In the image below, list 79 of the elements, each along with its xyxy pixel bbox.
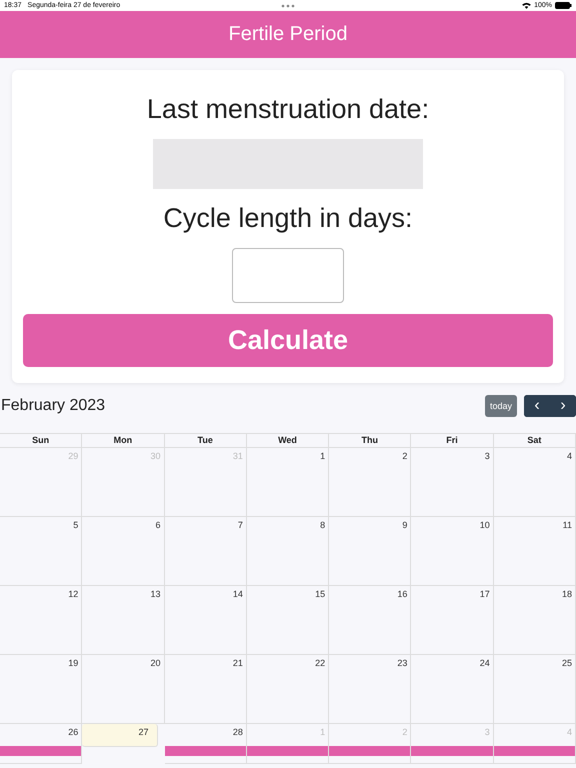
day-number: 16 bbox=[396, 588, 408, 599]
day-number: 22 bbox=[314, 657, 326, 668]
day-cell[interactable]: 28 bbox=[164, 724, 247, 764]
day-number: 11 bbox=[562, 519, 573, 530]
day-cell[interactable]: 8 bbox=[246, 517, 330, 586]
day-number: 18 bbox=[560, 588, 573, 599]
day-cell[interactable]: 17 bbox=[411, 586, 494, 655]
day-number: 1 bbox=[319, 726, 326, 737]
day-number: 2 bbox=[401, 450, 408, 461]
weekday-header: Mon bbox=[82, 434, 165, 448]
day-number: 6 bbox=[154, 519, 162, 530]
day-number: 7 bbox=[236, 519, 244, 530]
day-number: 25 bbox=[560, 657, 573, 668]
day-number: 24 bbox=[478, 657, 491, 668]
wifi-icon bbox=[522, 2, 532, 9]
day-number: 10 bbox=[478, 519, 491, 530]
day-cell[interactable]: 19 bbox=[0, 655, 82, 724]
day-number: 9 bbox=[401, 519, 408, 530]
weekday-header: Sat bbox=[494, 434, 576, 448]
day-cell[interactable]: 16 bbox=[329, 586, 412, 655]
weekday-header: Sun bbox=[0, 434, 82, 448]
weekday-header: Thu bbox=[329, 434, 412, 448]
field-label: Cycle length in days: bbox=[163, 203, 413, 234]
day-cell[interactable]: 10 bbox=[411, 517, 494, 586]
field-label: Last menstruation date: bbox=[146, 94, 430, 125]
day-cell[interactable]: 6 bbox=[82, 517, 165, 586]
weekday-header: Fri bbox=[411, 434, 494, 448]
day-number: 3 bbox=[484, 450, 491, 461]
day-number: 30 bbox=[150, 450, 162, 461]
day-cell[interactable]: 5 bbox=[0, 517, 82, 586]
day-number: 26 bbox=[67, 726, 80, 737]
day-number: 12 bbox=[67, 588, 80, 599]
day-cell[interactable]: 13 bbox=[82, 586, 165, 655]
day-number: 28 bbox=[232, 726, 244, 737]
day-cell[interactable]: 11 bbox=[494, 517, 576, 586]
day-number: 21 bbox=[232, 657, 244, 668]
day-cell[interactable]: 15 bbox=[246, 586, 330, 655]
day-cell[interactable]: 25 bbox=[494, 655, 576, 724]
day-number: 2 bbox=[401, 726, 408, 737]
battery-icon bbox=[555, 2, 572, 9]
date-input-field[interactable] bbox=[153, 139, 423, 189]
today-button[interactable]: today bbox=[484, 395, 517, 417]
day-number: 5 bbox=[72, 519, 80, 530]
day-number: 13 bbox=[150, 588, 162, 599]
day-number: 14 bbox=[232, 588, 244, 599]
day-number: 29 bbox=[67, 450, 80, 461]
app-title: Fertile Period bbox=[228, 23, 348, 46]
day-number: 4 bbox=[566, 450, 573, 461]
day-cell[interactable]: 4 bbox=[494, 448, 576, 517]
more-icon bbox=[281, 4, 295, 8]
day-cell[interactable]: 18 bbox=[494, 586, 576, 655]
day-cell[interactable]: 26 bbox=[0, 724, 82, 764]
day-cell[interactable]: 23 bbox=[329, 655, 412, 724]
weekday-header: Wed bbox=[246, 434, 330, 448]
weekday-header: Tue bbox=[164, 434, 247, 448]
day-number: 17 bbox=[478, 588, 491, 599]
cycle-input-field[interactable] bbox=[232, 248, 344, 303]
day-cell[interactable]: 22 bbox=[246, 655, 330, 724]
day-number: 3 bbox=[484, 726, 491, 737]
day-cell[interactable]: 24 bbox=[411, 655, 494, 724]
day-cell[interactable]: 7 bbox=[164, 517, 247, 586]
day-number: 15 bbox=[314, 588, 326, 599]
calendar-title: February 2023 bbox=[1, 397, 106, 415]
day-cell[interactable]: 12 bbox=[0, 586, 82, 655]
day-cell[interactable]: 2 bbox=[329, 448, 412, 517]
day-cell[interactable]: 3 bbox=[411, 448, 494, 517]
day-number: 27 bbox=[138, 726, 150, 737]
day-number: 19 bbox=[67, 657, 80, 668]
day-number: 20 bbox=[150, 657, 162, 668]
day-number: 23 bbox=[396, 657, 408, 668]
day-number: 8 bbox=[319, 519, 326, 530]
today-cell[interactable]: 27 bbox=[82, 724, 158, 747]
day-number: 1 bbox=[319, 450, 326, 461]
day-cell[interactable]: 9 bbox=[329, 517, 412, 586]
day-cell[interactable]: 21 bbox=[164, 655, 247, 724]
day-number: 4 bbox=[566, 726, 573, 737]
day-cell[interactable]: 1 bbox=[246, 448, 330, 517]
day-cell[interactable]: 14 bbox=[164, 586, 247, 655]
day-number: 31 bbox=[232, 450, 244, 461]
